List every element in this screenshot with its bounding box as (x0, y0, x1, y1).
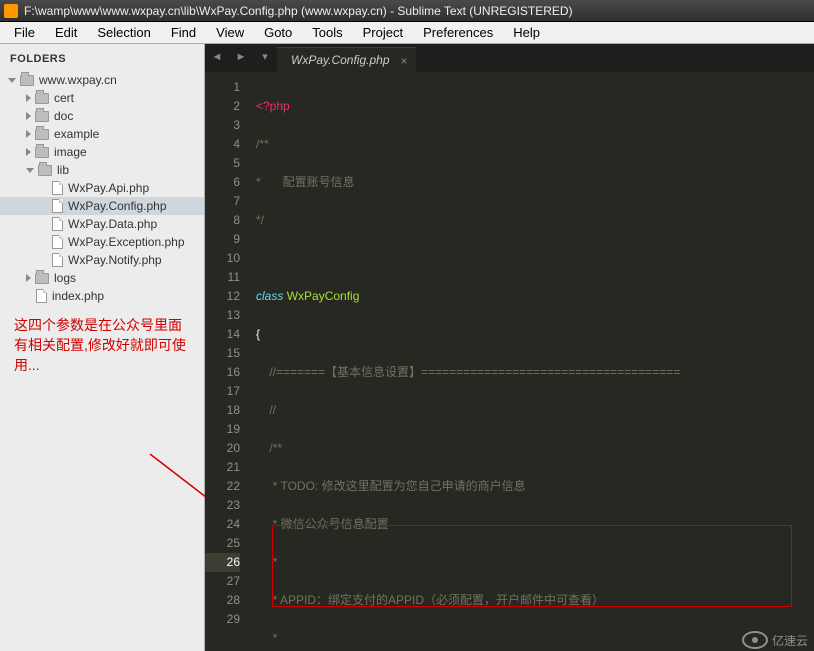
code-area[interactable]: <?php /** * 配置账号信息 */ class WxPayConfig … (250, 72, 814, 651)
tab-menu[interactable]: ▾ (256, 49, 274, 67)
folder-cert[interactable]: cert (0, 89, 204, 107)
file-icon (52, 253, 63, 267)
folder-icon (38, 165, 52, 176)
file-icon (36, 289, 47, 303)
file-item[interactable]: WxPay.Exception.php (0, 233, 204, 251)
file-icon (52, 199, 63, 213)
eye-icon (742, 631, 768, 649)
line-gutter: 1234567891011121314151617181920212223242… (205, 72, 250, 651)
tab-bar: ◄ ► ▾ WxPay.Config.php× (205, 44, 814, 72)
menu-project[interactable]: Project (353, 23, 413, 42)
window-title: F:\wamp\www\www.wxpay.cn\lib\WxPay.Confi… (24, 4, 573, 18)
file-item[interactable]: WxPay.Api.php (0, 179, 204, 197)
editor-pane: ◄ ► ▾ WxPay.Config.php× 1234567891011121… (205, 44, 814, 651)
file-icon (52, 217, 63, 231)
folder-image[interactable]: image (0, 143, 204, 161)
menu-preferences[interactable]: Preferences (413, 23, 503, 42)
folder-example[interactable]: example (0, 125, 204, 143)
annotation-text: 这四个参数是在公众号里面有相关配置,修改好就即可使用... (0, 305, 204, 379)
tab-nav-right[interactable]: ► (232, 49, 250, 67)
sidebar: FOLDERS www.wxpay.cn cert doc example im… (0, 44, 205, 651)
window-titlebar: F:\wamp\www\www.wxpay.cn\lib\WxPay.Confi… (0, 0, 814, 22)
menu-file[interactable]: File (4, 23, 45, 42)
close-icon[interactable]: × (400, 54, 407, 68)
menu-edit[interactable]: Edit (45, 23, 87, 42)
sidebar-header: FOLDERS (0, 50, 204, 71)
file-icon (52, 235, 63, 249)
menu-selection[interactable]: Selection (87, 23, 160, 42)
file-item[interactable]: index.php (0, 287, 204, 305)
tab-active[interactable]: WxPay.Config.php× (277, 47, 416, 72)
app-icon (4, 4, 18, 18)
annotation-arrow (120, 444, 205, 574)
folder-icon (35, 273, 49, 284)
file-icon (52, 181, 63, 195)
folder-icon (35, 93, 49, 104)
menu-goto[interactable]: Goto (254, 23, 302, 42)
folder-root[interactable]: www.wxpay.cn (0, 71, 204, 89)
file-item-selected[interactable]: WxPay.Config.php (0, 197, 204, 215)
file-item[interactable]: WxPay.Notify.php (0, 251, 204, 269)
folder-logs[interactable]: logs (0, 269, 204, 287)
folder-lib[interactable]: lib (0, 161, 204, 179)
watermark: 亿速云 (742, 631, 808, 649)
folder-doc[interactable]: doc (0, 107, 204, 125)
folder-icon (35, 111, 49, 122)
menu-tools[interactable]: Tools (302, 23, 352, 42)
menu-bar: File Edit Selection Find View Goto Tools… (0, 22, 814, 44)
folder-icon (35, 129, 49, 140)
folder-icon (35, 147, 49, 158)
menu-help[interactable]: Help (503, 23, 550, 42)
tab-nav-left[interactable]: ◄ (208, 49, 226, 67)
menu-view[interactable]: View (206, 23, 254, 42)
code-editor[interactable]: 1234567891011121314151617181920212223242… (205, 72, 814, 651)
file-item[interactable]: WxPay.Data.php (0, 215, 204, 233)
folder-icon (20, 75, 34, 86)
menu-find[interactable]: Find (161, 23, 206, 42)
